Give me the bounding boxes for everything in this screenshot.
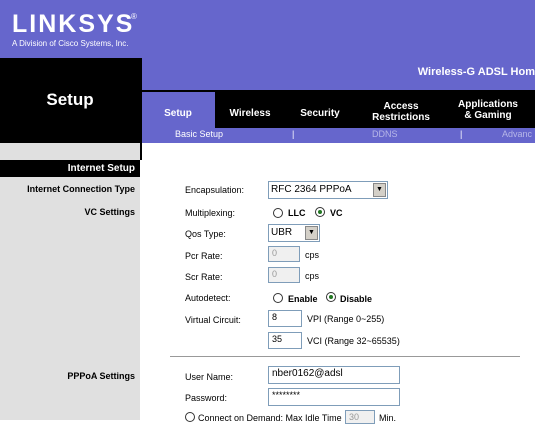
qos-type-label: Qos Type:	[185, 229, 226, 239]
qos-type-select[interactable]: UBR ▼	[268, 224, 320, 242]
subtab-basic-setup[interactable]: Basic Setup	[175, 129, 223, 139]
subtab-separator: |	[460, 129, 463, 139]
section-header: Internet Setup	[67, 163, 135, 174]
vpi-hint: VPI (Range 0~255)	[307, 314, 385, 324]
autodetect-enable-radio[interactable]	[273, 293, 283, 303]
page-title: Setup	[46, 90, 94, 109]
pcr-rate-unit: cps	[305, 250, 320, 260]
vci-hint: VCI (Range 32~65535)	[307, 336, 400, 346]
subtab-ddns[interactable]: DDNS	[372, 129, 398, 139]
encapsulation-value: RFC 2364 PPPoA	[271, 184, 352, 195]
pcr-rate-input[interactable]: 0	[268, 246, 300, 262]
virtual-circuit-label: Virtual Circuit:	[185, 315, 241, 325]
vc-settings-label: VC Settings	[84, 207, 135, 217]
username-input[interactable]: nber0162@adsl	[268, 366, 400, 384]
connect-on-demand-label: Connect on Demand: Max Idle Time	[198, 413, 342, 423]
subtab-advanced[interactable]: Advanc	[502, 129, 532, 139]
connect-on-demand-radio[interactable]	[185, 412, 195, 422]
max-idle-time-unit: Min.	[379, 413, 397, 423]
multiplexing-llc-label: LLC	[288, 208, 306, 218]
chevron-down-icon: ▼	[373, 183, 386, 197]
tab-applications-gaming[interactable]: Applications & Gaming	[448, 99, 528, 121]
model-name: Wireless-G ADSL Hom	[417, 66, 535, 78]
multiplexing-llc-radio[interactable]	[273, 208, 283, 218]
pcr-rate-label: Pcr Rate:	[185, 251, 223, 261]
pppoa-settings-label: PPPoA Settings	[67, 371, 135, 381]
vci-input[interactable]: 35	[268, 332, 302, 349]
internet-connection-type-label: Internet Connection Type	[27, 184, 135, 194]
username-label: User Name:	[185, 372, 234, 382]
scr-rate-unit: cps	[305, 271, 320, 281]
autodetect-disable-radio[interactable]	[326, 292, 336, 302]
password-input[interactable]: ********	[268, 388, 400, 406]
tab-setup[interactable]: Setup	[148, 108, 208, 130]
multiplexing-vc-label: VC	[330, 208, 343, 218]
tab-security[interactable]: Security	[290, 108, 350, 130]
logo-subtitle: A Division of Cisco Systems, Inc.	[12, 39, 129, 48]
subtab-separator: |	[292, 129, 295, 139]
section-divider	[170, 356, 520, 357]
chevron-down-icon: ▼	[305, 226, 318, 240]
scr-rate-label: Scr Rate:	[185, 272, 223, 282]
linksys-logo: LINKSYS	[12, 10, 135, 38]
qos-type-value: UBR	[271, 227, 293, 238]
autodetect-disable-label: Disable	[340, 294, 373, 304]
multiplexing-vc-radio[interactable]	[315, 207, 325, 217]
autodetect-enable-label: Enable	[288, 294, 318, 304]
tab-wireless[interactable]: Wireless	[220, 108, 280, 130]
scr-rate-input[interactable]: 0	[268, 267, 300, 283]
password-label: Password:	[185, 393, 228, 403]
tab-access-restrictions[interactable]: Access Restrictions	[362, 101, 440, 123]
encapsulation-label: Encapsulation:	[185, 185, 245, 195]
multiplexing-label: Multiplexing:	[185, 208, 236, 218]
vpi-input[interactable]: 8	[268, 310, 302, 327]
max-idle-time-input[interactable]: 30	[345, 410, 375, 424]
encapsulation-select[interactable]: RFC 2364 PPPoA ▼	[268, 181, 388, 199]
trademark: ®	[131, 12, 137, 21]
autodetect-label: Autodetect:	[185, 293, 231, 303]
